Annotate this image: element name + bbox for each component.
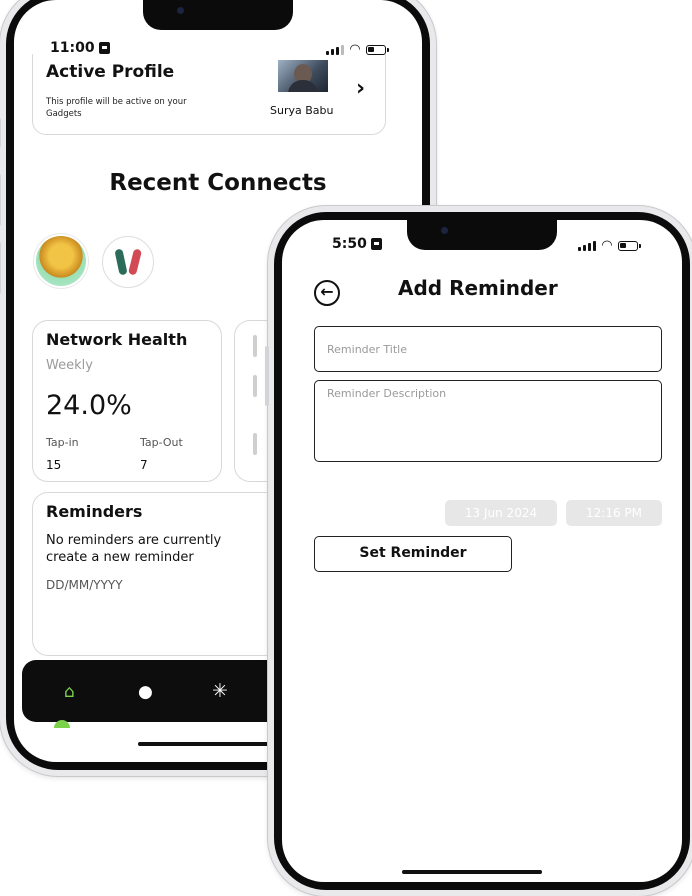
notch: [407, 220, 557, 250]
profile-avatar: [278, 60, 328, 92]
chevron-right-icon[interactable]: ›: [356, 76, 365, 101]
reminders-date: DD/MM/YYYY: [46, 578, 123, 592]
back-arrow-icon[interactable]: ←: [314, 280, 340, 306]
active-profile-title: Active Profile: [46, 62, 175, 82]
reminder-title-input[interactable]: [314, 326, 662, 372]
tap-in-value: 15: [46, 458, 62, 472]
volume-up-button: [0, 174, 1, 226]
tap-in-label: Tap-in: [46, 436, 79, 449]
battery-icon: [618, 240, 641, 251]
sim-icon: [370, 238, 382, 250]
home-indicator: [402, 870, 542, 874]
home-icon[interactable]: ⌂: [64, 682, 75, 702]
signal-icon: [578, 240, 596, 251]
network-health-value: 24.0%: [46, 390, 132, 421]
user-icon[interactable]: ●: [138, 682, 153, 702]
page-title: Add Reminder: [398, 276, 558, 300]
phone-right: 5:50 ◠ ← Add Reminder 13 Jun 2024 12:16 …: [265, 206, 692, 896]
mute-switch: [0, 118, 1, 148]
reminders-message: No reminders are currently create a new …: [46, 532, 266, 566]
profile-name: Surya Babu: [270, 104, 334, 117]
volume-down-button: [0, 242, 1, 294]
active-profile-description: This profile will be active on your Gadg…: [46, 97, 187, 119]
reminders-title: Reminders: [46, 502, 143, 521]
network-health-title: Network Health: [46, 330, 188, 349]
notch: [143, 0, 293, 30]
network-health-period: Weekly: [46, 358, 93, 373]
wifi-icon: ◠: [602, 238, 612, 253]
set-reminder-button[interactable]: Set Reminder: [314, 536, 512, 572]
network-icon[interactable]: ✳: [212, 680, 228, 702]
power-button: [265, 346, 269, 406]
time-picker[interactable]: 12:16 PM: [566, 500, 662, 526]
tap-out-value: 7: [140, 458, 148, 472]
reminder-description-input[interactable]: [314, 380, 662, 462]
status-time: 5:50: [332, 236, 367, 252]
date-picker[interactable]: 13 Jun 2024: [445, 500, 557, 526]
screen-right: 5:50 ◠ ← Add Reminder 13 Jun 2024 12:16 …: [282, 220, 682, 882]
connect-avatar[interactable]: [36, 236, 86, 286]
recent-connects-title: Recent Connects: [109, 170, 327, 196]
tap-out-label: Tap-Out: [140, 436, 183, 449]
reminders-message-line1: No reminders are currently: [46, 533, 222, 548]
home-indicator: [138, 742, 278, 746]
reminders-message-line2: create a new reminder: [46, 550, 194, 565]
connect-avatar[interactable]: [102, 236, 154, 288]
